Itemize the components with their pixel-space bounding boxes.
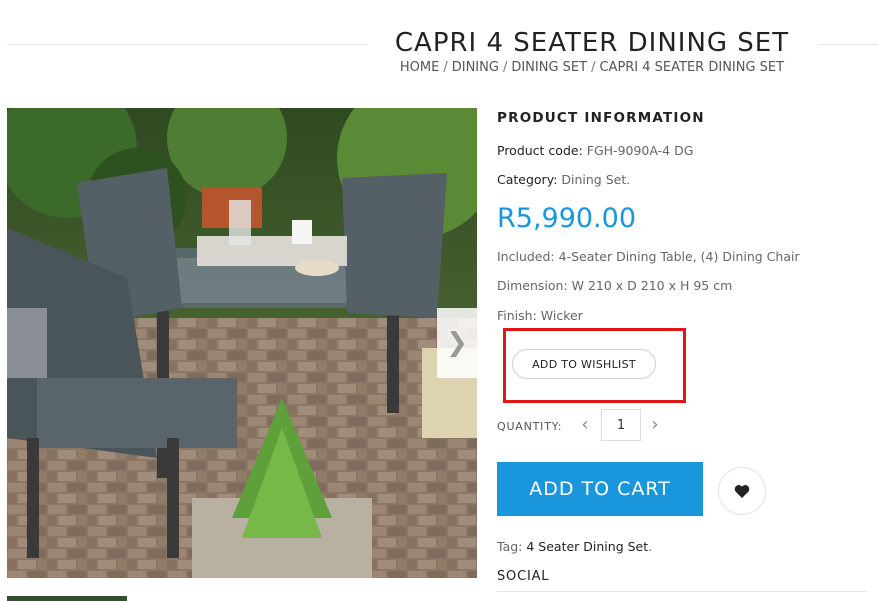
- product-image[interactable]: [7, 108, 477, 578]
- product-information-heading: PRODUCT INFORMATION: [497, 110, 705, 126]
- page-title: CAPRI 4 SEATER DINING SET: [394, 28, 790, 58]
- tag-label: Tag:: [497, 539, 523, 554]
- quantity-increase-button[interactable]: ›: [647, 414, 663, 438]
- product-info: PRODUCT INFORMATION: [497, 110, 867, 126]
- chevron-right-icon: ❯: [446, 328, 468, 358]
- social-heading: SOCIAL: [497, 569, 550, 584]
- included-row: Included: 4-Seater Dining Table, (4) Din…: [497, 249, 800, 264]
- category-suffix: .: [626, 172, 631, 187]
- tag-suffix: .: [648, 539, 653, 554]
- breadcrumb-separator: /: [443, 60, 448, 75]
- wishlist-heart-button[interactable]: [718, 467, 766, 515]
- add-to-wishlist-button[interactable]: ADD TO WISHLIST: [512, 349, 656, 379]
- breadcrumb-dining-set[interactable]: DINING SET: [511, 60, 587, 75]
- tag-link[interactable]: 4 Seater Dining Set: [526, 539, 648, 554]
- add-to-cart-button[interactable]: ADD TO CART: [497, 462, 703, 516]
- quantity-decrease-button[interactable]: ‹: [577, 414, 593, 438]
- breadcrumb-current: CAPRI 4 SEATER DINING SET: [599, 60, 785, 75]
- finish-row: Finish: Wicker: [497, 308, 583, 323]
- gallery-thumbnail[interactable]: [7, 596, 127, 601]
- heart-icon: [734, 484, 750, 498]
- chevron-right-icon: ›: [651, 414, 659, 435]
- category-row: Category: Dining Set.: [497, 172, 630, 187]
- title-divider-left: [7, 44, 367, 45]
- breadcrumb-dining[interactable]: DINING: [452, 60, 499, 75]
- product-price: R5,990.00: [497, 203, 636, 234]
- dimension-row: Dimension: W 210 x D 210 x H 95 cm: [497, 278, 733, 293]
- product-photo: [7, 108, 477, 578]
- title-divider-right: [818, 44, 878, 45]
- product-code-label: Product code:: [497, 143, 583, 158]
- gallery-next-button[interactable]: ❯: [437, 308, 477, 378]
- breadcrumb-separator: /: [502, 60, 508, 75]
- social-divider: [497, 591, 867, 592]
- category-link[interactable]: Dining Set: [561, 172, 626, 187]
- chevron-left-icon: ‹: [581, 414, 589, 435]
- product-code-value: FGH-9090A-4 DG: [586, 143, 694, 158]
- gallery-prev-button[interactable]: [7, 308, 47, 378]
- breadcrumb: HOME / DINING / DINING SET / CAPRI 4 SEATER DI…: [368, 60, 816, 75]
- product-code-row: Product code: FGH-9090A-4 DG: [497, 143, 693, 158]
- tag-row: Tag: 4 Seater Dining Set.: [497, 539, 652, 554]
- category-label: Category:: [497, 172, 558, 187]
- breadcrumb-separator: /: [591, 60, 596, 75]
- quantity-input[interactable]: [601, 409, 641, 441]
- breadcrumb-home[interactable]: HOME: [400, 60, 439, 75]
- quantity-label: QUANTITY:: [497, 420, 563, 433]
